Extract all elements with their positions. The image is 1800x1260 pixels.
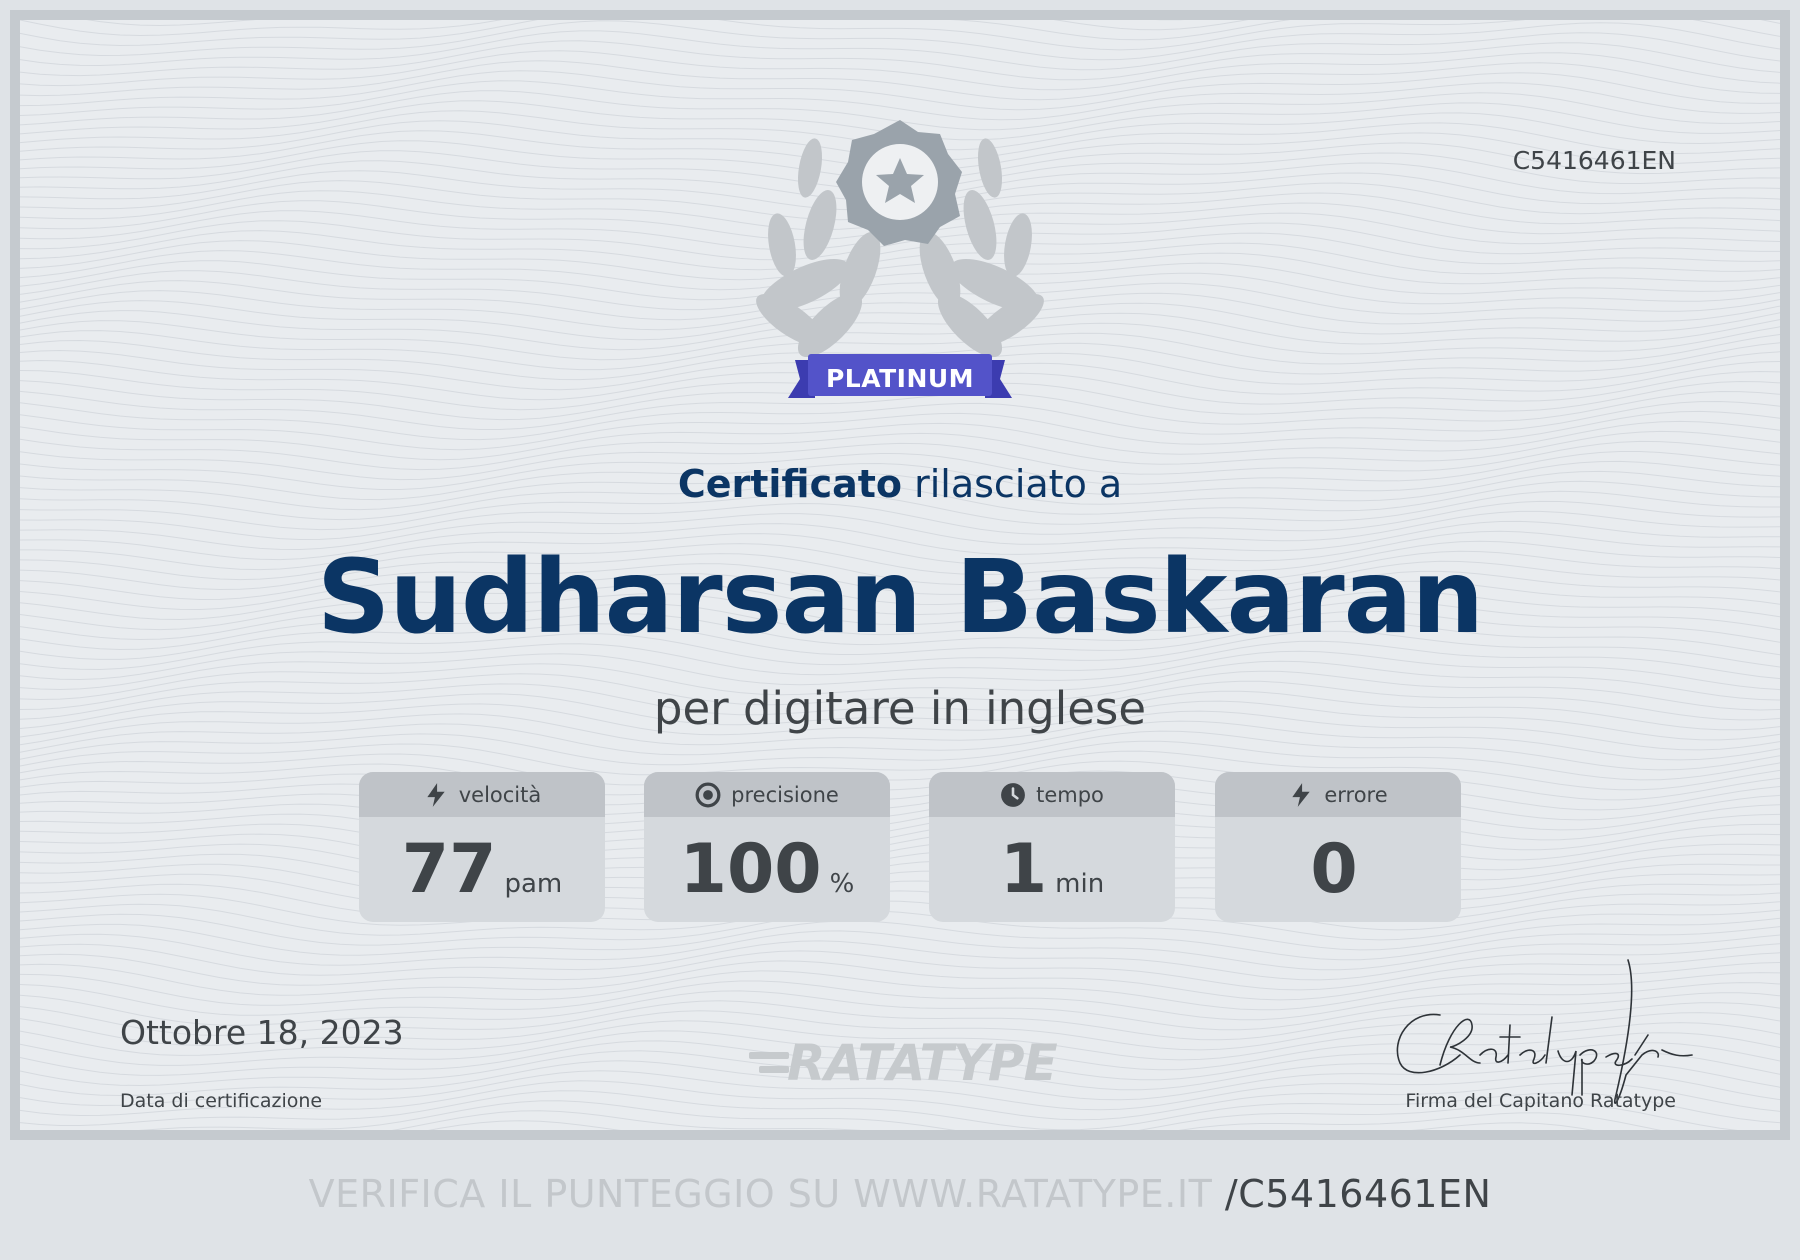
certificate-code: C5416461EN [1512, 146, 1676, 175]
issued-rest: rilasciato a [914, 462, 1123, 506]
verify-text: VERIFICA IL PUNTEGGIO SU WWW.RATATYPE.IT [308, 1172, 1213, 1216]
stat-value: 1 [999, 830, 1048, 909]
stat-errors: errore 0 [1215, 772, 1461, 922]
stat-time: tempo 1 min [929, 772, 1175, 922]
issued-bold: Certificato [677, 462, 903, 506]
stat-unit: min [1055, 869, 1105, 899]
signature-label: Firma del Capitano Ratatype [1405, 1090, 1676, 1112]
stat-unit: % [829, 869, 855, 899]
verify-id: /C5416461EN [1224, 1172, 1492, 1216]
badge-label: PLATINUM [825, 364, 975, 393]
stats-row: velocità 77 pam precisione 100 % tempo 1… [359, 772, 1461, 922]
stat-value: 100 [679, 830, 822, 909]
lightning-icon [427, 782, 445, 807]
stat-label: velocità [458, 782, 542, 807]
clock-icon [1001, 782, 1026, 807]
platinum-badge: PLATINUM [710, 120, 1090, 430]
certification-date-label: Data di certificazione [120, 1090, 323, 1112]
issued-to-heading: Certificato rilasciato a [20, 462, 1780, 506]
certificate: C5416461EN PLATINUM Certificato rilascia… [10, 10, 1790, 1140]
stat-unit: pam [504, 869, 563, 899]
stat-value: 77 [401, 830, 497, 909]
stat-label: tempo [1036, 782, 1104, 807]
certificate-subject: per digitare in inglese [653, 682, 1147, 735]
stat-label: errore [1324, 782, 1388, 807]
stat-label: precisione [731, 782, 839, 807]
stat-value: 0 [1310, 830, 1358, 909]
verify-footer: VERIFICA IL PUNTEGGIO SU WWW.RATATYPE.IT… [0, 1172, 1800, 1216]
lightning-icon [1292, 782, 1311, 807]
recipient-name: Sudharsan Baskaran [316, 538, 1484, 657]
logo-text: RATATYPE [787, 1034, 1058, 1092]
certification-date: Ottobre 18, 2023 [120, 1013, 404, 1052]
ratatype-logo: RATATYPE [745, 1038, 1095, 1088]
stat-accuracy: precisione 100 % [644, 772, 890, 922]
target-icon [695, 782, 721, 807]
stat-speed: velocità 77 pam [359, 772, 605, 922]
